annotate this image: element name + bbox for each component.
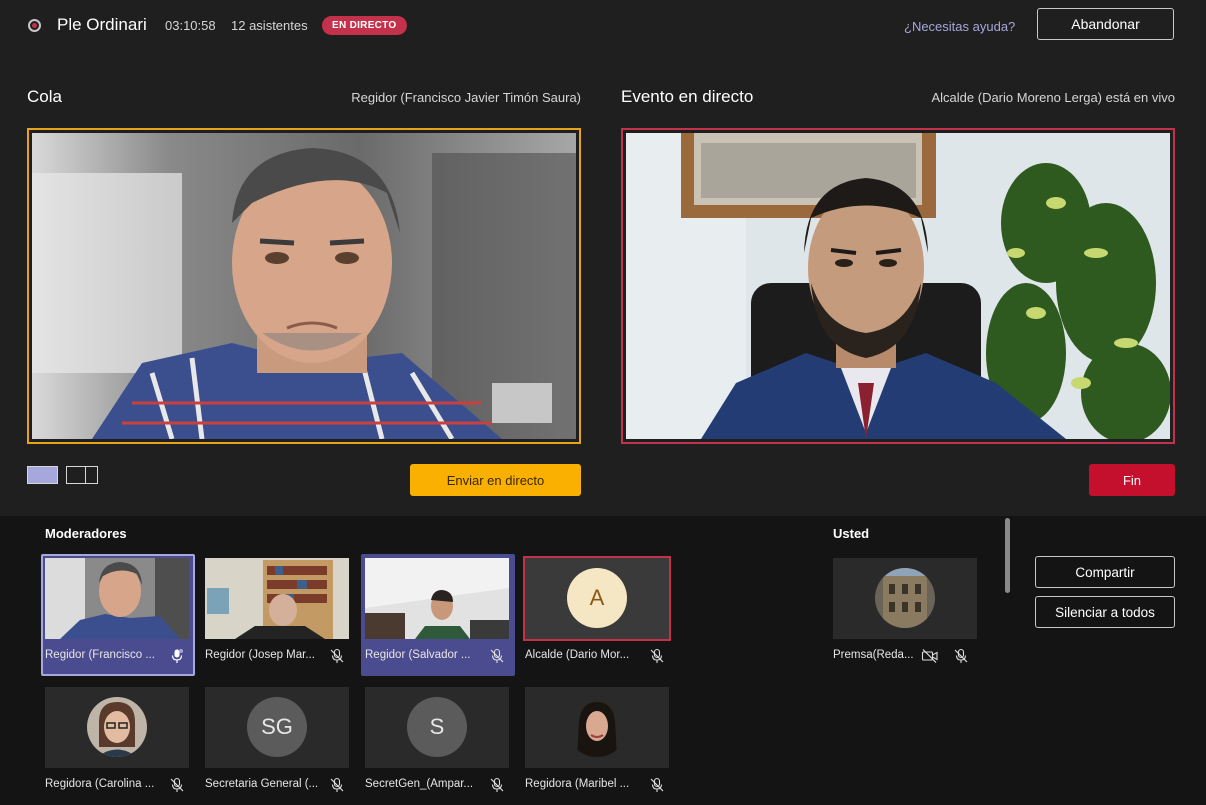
participant-name: Regidor (Josep Mar... (205, 649, 315, 661)
self-name: Premsa(Reda... (833, 649, 914, 661)
split-layout-button[interactable] (66, 466, 98, 484)
mic-off-icon[interactable] (489, 648, 505, 664)
send-live-button[interactable]: Enviar en directo (410, 464, 581, 496)
avatar: SG (247, 697, 307, 757)
avatar (87, 697, 147, 757)
help-link[interactable]: ¿Necesitas ayuda? (904, 19, 1015, 34)
participant-video (205, 558, 349, 639)
live-badge: EN DIRECTO (322, 16, 407, 35)
avatar: S (407, 697, 467, 757)
attendee-count: 12 asistentes (231, 18, 308, 33)
participant-video: S (365, 687, 509, 768)
participant-name: SecretGen_(Ampar... (365, 778, 474, 790)
share-button[interactable]: Compartir (1035, 556, 1175, 588)
queue-video-feed (32, 133, 576, 439)
participant-video (45, 558, 189, 639)
participant-video (525, 687, 669, 768)
meeting-header: Ple Ordinari 03:10:58 12 asistentes EN D… (0, 0, 1206, 52)
participant-name: Alcalde (Dario Mor... (525, 649, 630, 661)
camera-off-icon[interactable] (921, 648, 938, 664)
mic-off-icon[interactable] (329, 648, 345, 664)
participant-video (365, 558, 509, 639)
mic-off-icon[interactable] (489, 777, 505, 793)
scrollbar[interactable] (1005, 518, 1010, 593)
meeting-title: Ple Ordinari (57, 15, 147, 34)
queue-title: Cola (27, 87, 62, 106)
participant-name: Secretaria General (... (205, 778, 319, 790)
queue-presenter: Regidor (Francisco Javier Timón Saura) (351, 90, 581, 105)
mic-off-icon[interactable] (953, 648, 969, 664)
moderators-heading: Moderadores (45, 526, 127, 541)
recording-icon (28, 19, 41, 32)
leave-button[interactable]: Abandonar (1037, 8, 1174, 40)
queue-video[interactable] (27, 128, 581, 444)
avatar (567, 697, 627, 757)
mic-off-icon[interactable] (649, 777, 665, 793)
live-presenter: Alcalde (Dario Moreno Lerga) está en viv… (931, 90, 1175, 105)
avatar: A (567, 568, 627, 628)
participant-name: Regidora (Maribel ... (525, 778, 630, 790)
mic-off-icon[interactable] (169, 777, 185, 793)
mic-off-icon[interactable] (649, 648, 665, 664)
avatar (875, 568, 935, 628)
end-live-button[interactable]: Fin (1089, 464, 1175, 496)
participant-video (45, 687, 189, 768)
live-video[interactable] (621, 128, 1175, 444)
mute-all-button[interactable]: Silenciar a todos (1035, 596, 1175, 628)
participant-video: A (525, 558, 669, 639)
participant-video: SG (205, 687, 349, 768)
live-event-title: Evento en directo (621, 87, 754, 106)
self-video (833, 558, 977, 639)
participant-name: Regidor (Francisco ... (45, 649, 155, 661)
single-layout-button[interactable] (27, 466, 58, 484)
participant-name: Regidora (Carolina ... (45, 778, 155, 790)
meeting-timer: 03:10:58 (165, 18, 216, 33)
participant-name: Regidor (Salvador ... (365, 649, 471, 661)
mic-off-icon[interactable] (329, 777, 345, 793)
mic-on-icon[interactable] (169, 648, 185, 664)
you-heading: Usted (833, 526, 870, 541)
live-video-feed (626, 133, 1170, 439)
